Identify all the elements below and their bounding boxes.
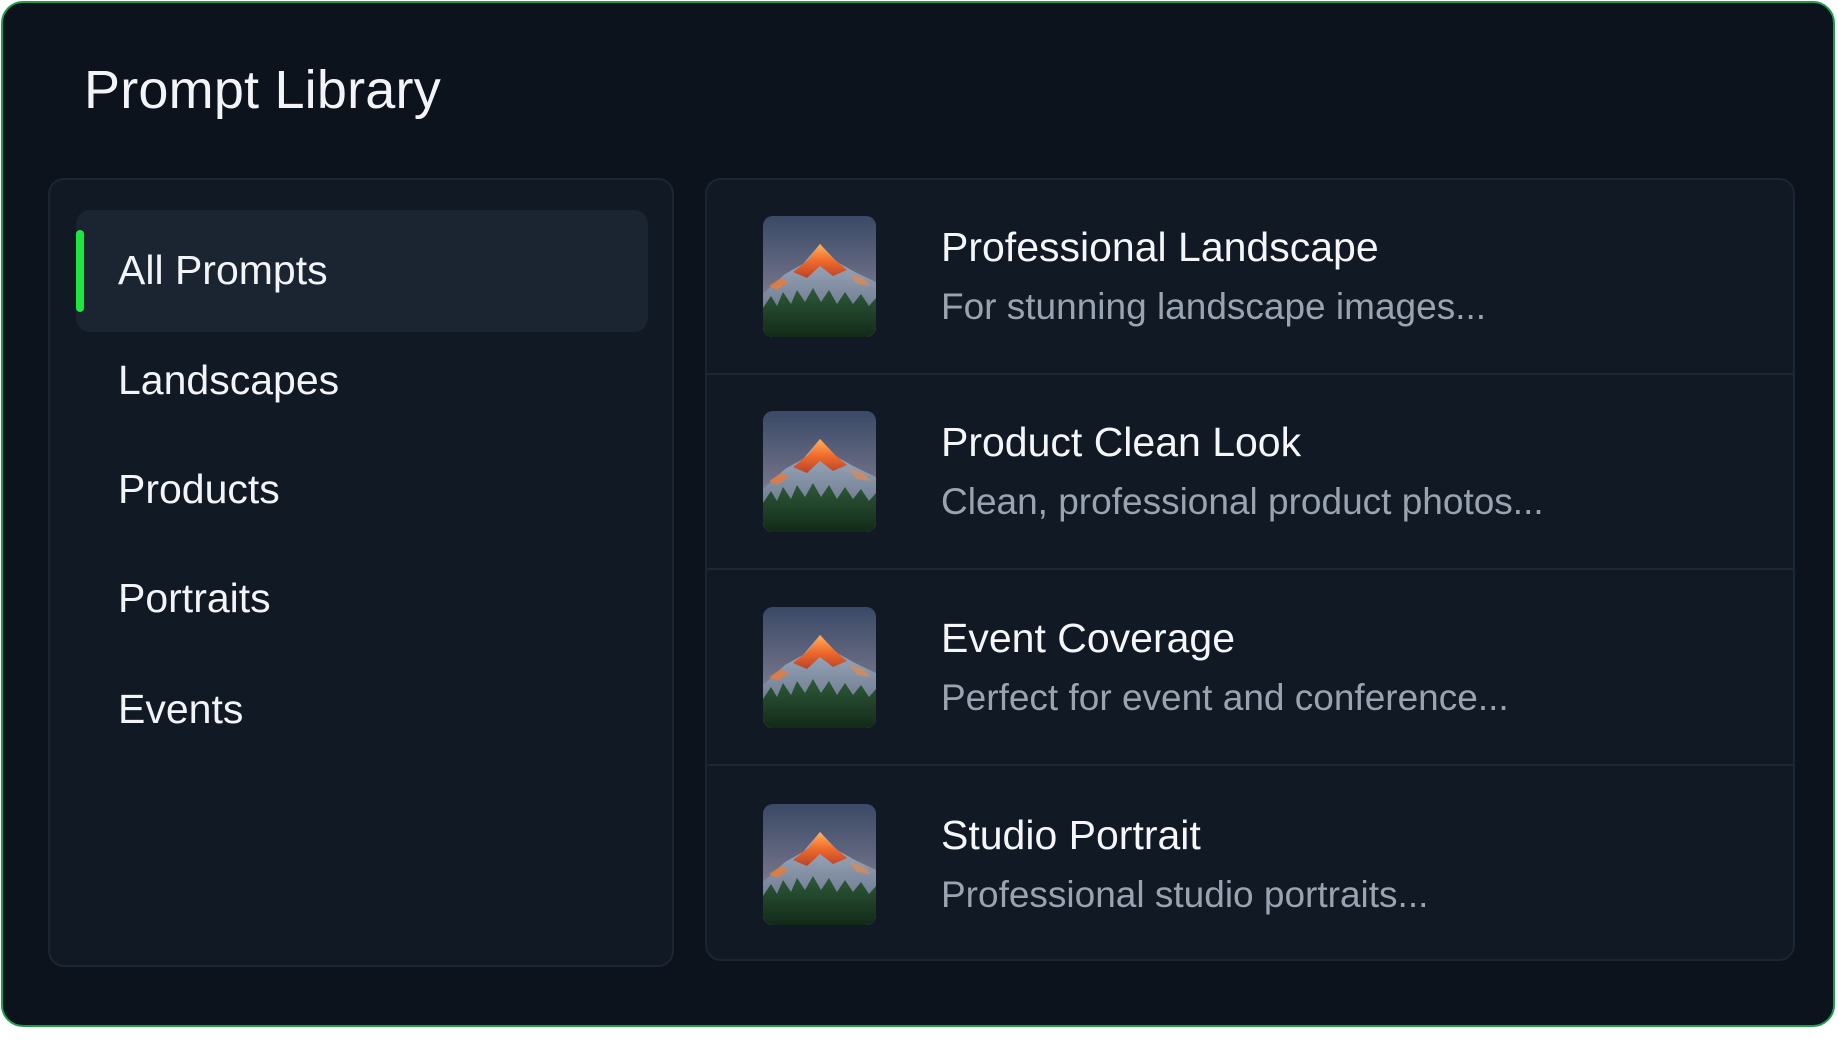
- sidebar-item-landscapes[interactable]: Landscapes: [76, 320, 648, 442]
- prompt-list-item[interactable]: Professional Landscape For stunning land…: [707, 180, 1793, 375]
- prompt-title: Event Coverage: [941, 615, 1236, 661]
- sidebar-item-all-prompts[interactable]: All Prompts: [76, 210, 648, 332]
- mountain-thumbnail: [763, 607, 876, 728]
- sidebar-item-label: Products: [118, 466, 280, 512]
- mountain-thumbnail: [763, 804, 876, 925]
- active-indicator: [76, 230, 84, 312]
- sidebar-item-label: Portraits: [118, 575, 271, 621]
- prompt-description: Perfect for event and conference...: [941, 677, 1509, 718]
- category-sidebar: All Prompts Landscapes Products Portrait…: [48, 178, 674, 967]
- prompt-title: Professional Landscape: [941, 224, 1379, 270]
- prompt-list: Professional Landscape For stunning land…: [705, 178, 1795, 961]
- mountain-thumbnail: [763, 411, 876, 532]
- prompt-description: Professional studio portraits...: [941, 874, 1429, 915]
- page-title: Prompt Library: [84, 60, 441, 120]
- sidebar-item-products[interactable]: Products: [76, 429, 648, 551]
- sidebar-item-label: All Prompts: [118, 247, 328, 293]
- prompt-title: Studio Portrait: [941, 812, 1201, 858]
- sidebar-item-portraits[interactable]: Portraits: [76, 538, 648, 660]
- prompt-list-item[interactable]: Studio Portrait Professional studio port…: [707, 768, 1793, 959]
- mountain-thumbnail: [763, 216, 876, 337]
- prompt-list-item[interactable]: Event Coverage Perfect for event and con…: [707, 571, 1793, 766]
- sidebar-item-label: Landscapes: [118, 357, 340, 403]
- prompt-title: Product Clean Look: [941, 419, 1302, 465]
- prompt-library-window: Prompt Library All Prompts Landscapes Pr…: [1, 1, 1835, 1027]
- prompt-description: For stunning landscape images...: [941, 286, 1487, 327]
- prompt-list-item[interactable]: Product Clean Look Clean, professional p…: [707, 375, 1793, 570]
- sidebar-item-events[interactable]: Events: [76, 649, 648, 771]
- sidebar-item-label: Events: [118, 686, 244, 732]
- prompt-description: Clean, professional product photos...: [941, 481, 1544, 522]
